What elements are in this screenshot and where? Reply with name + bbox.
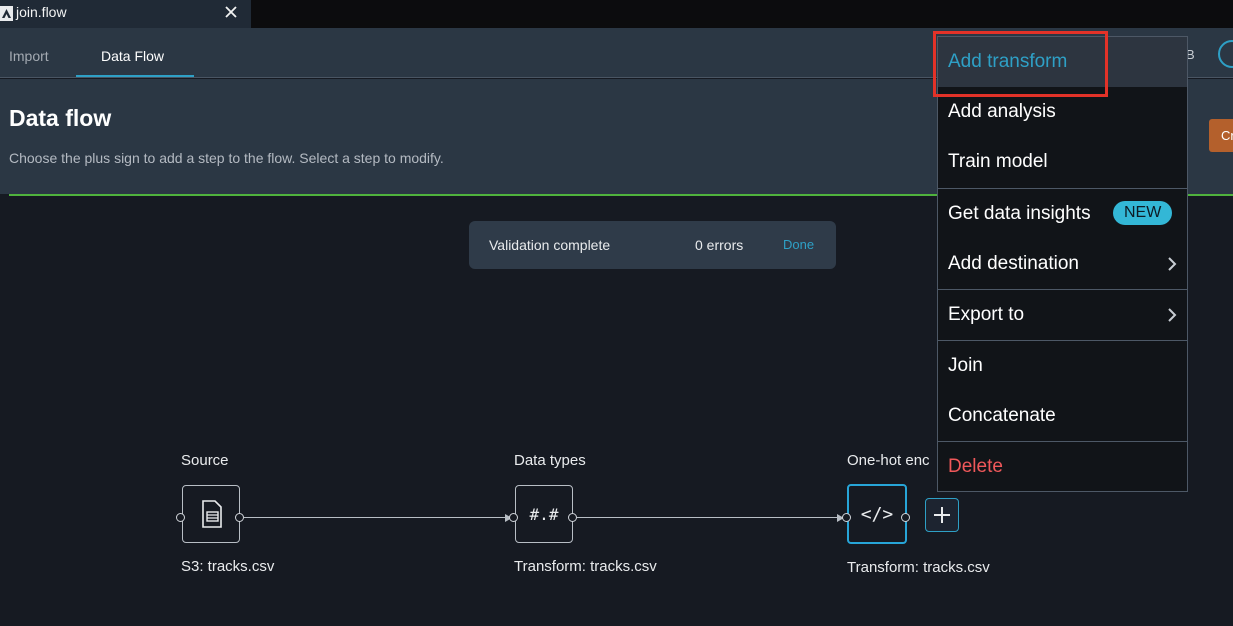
toast-done-button[interactable]: Done [783, 237, 814, 252]
node-onehot-input-port[interactable] [842, 513, 851, 522]
validation-toast: Validation complete 0 errors Done [469, 221, 836, 269]
edge-datatypes-to-onehot [577, 517, 840, 518]
create-button[interactable]: Cr [1209, 119, 1233, 152]
node-source-title: Source [181, 452, 229, 469]
menu-item-add-destination[interactable]: Add destination [938, 239, 1187, 289]
menu-item-concatenate[interactable]: Concatenate [938, 391, 1187, 441]
node-datatypes-subtitle: Transform: tracks.csv [514, 558, 657, 575]
node-onehot[interactable]: </> [847, 484, 907, 544]
node-source-input-port[interactable] [176, 513, 185, 522]
node-datatypes-input-port[interactable] [509, 513, 518, 522]
file-tab-label: join.flow [16, 4, 67, 20]
menu-item-label: Train model [948, 151, 1048, 172]
node-datatypes-title: Data types [514, 452, 586, 469]
menu-item-train-model[interactable]: Train model [938, 137, 1187, 187]
document-icon [202, 500, 222, 528]
node-datatypes[interactable]: #.# [515, 485, 573, 543]
menu-item-label: Delete [948, 456, 1003, 477]
active-tab-indicator [76, 75, 194, 77]
menu-item-label: Add destination [948, 253, 1079, 274]
page-subtitle: Choose the plus sign to add a step to th… [9, 150, 444, 166]
menu-item-label: Add analysis [948, 101, 1056, 122]
chevron-right-icon [1168, 257, 1177, 271]
node-onehot-title: One-hot enc [847, 452, 930, 469]
hash-dot-hash-icon: #.# [529, 504, 559, 524]
tab-import[interactable]: Import [9, 48, 49, 64]
node-datatypes-output-port[interactable] [568, 513, 577, 522]
toast-error-count: 0 errors [695, 237, 744, 253]
node-source-subtitle: S3: tracks.csv [181, 558, 275, 575]
plus-icon [934, 507, 950, 523]
chevron-right-icon [1168, 308, 1177, 322]
menu-item-get-data-insights[interactable]: Get data insights NEW [938, 189, 1187, 239]
menu-item-label: Concatenate [948, 405, 1056, 426]
new-badge: NEW [1113, 201, 1173, 225]
menu-item-export-to[interactable]: Export to [938, 290, 1187, 340]
node-onehot-subtitle: Transform: tracks.csv [847, 559, 990, 576]
add-step-button[interactable] [925, 498, 959, 532]
toast-message: Validation complete [489, 237, 611, 253]
node-onehot-output-port[interactable] [901, 513, 910, 522]
menu-item-label: Join [948, 355, 983, 376]
node-source-output-port[interactable] [235, 513, 244, 522]
window-tab-strip: join.flow [0, 0, 1233, 28]
menu-item-delete[interactable]: Delete [938, 442, 1187, 492]
tab-data-flow[interactable]: Data Flow [101, 48, 164, 64]
page-title: Data flow [9, 105, 112, 131]
code-icon: </> [860, 503, 894, 525]
file-tab[interactable]: join.flow [0, 0, 251, 28]
menu-item-label: Export to [948, 304, 1025, 325]
node-source[interactable] [182, 485, 240, 543]
annotation-highlight-box [933, 31, 1108, 97]
menu-item-join[interactable]: Join [938, 341, 1187, 391]
create-button-label: Cr [1221, 128, 1233, 143]
menu-item-label: Get data insights [948, 203, 1091, 224]
app-icon [0, 6, 13, 21]
help-icon[interactable] [1218, 40, 1233, 68]
close-icon[interactable] [222, 3, 240, 21]
node-context-menu: Add transform Add analysis Train model G… [937, 36, 1188, 492]
edge-source-to-datatypes [244, 517, 508, 518]
